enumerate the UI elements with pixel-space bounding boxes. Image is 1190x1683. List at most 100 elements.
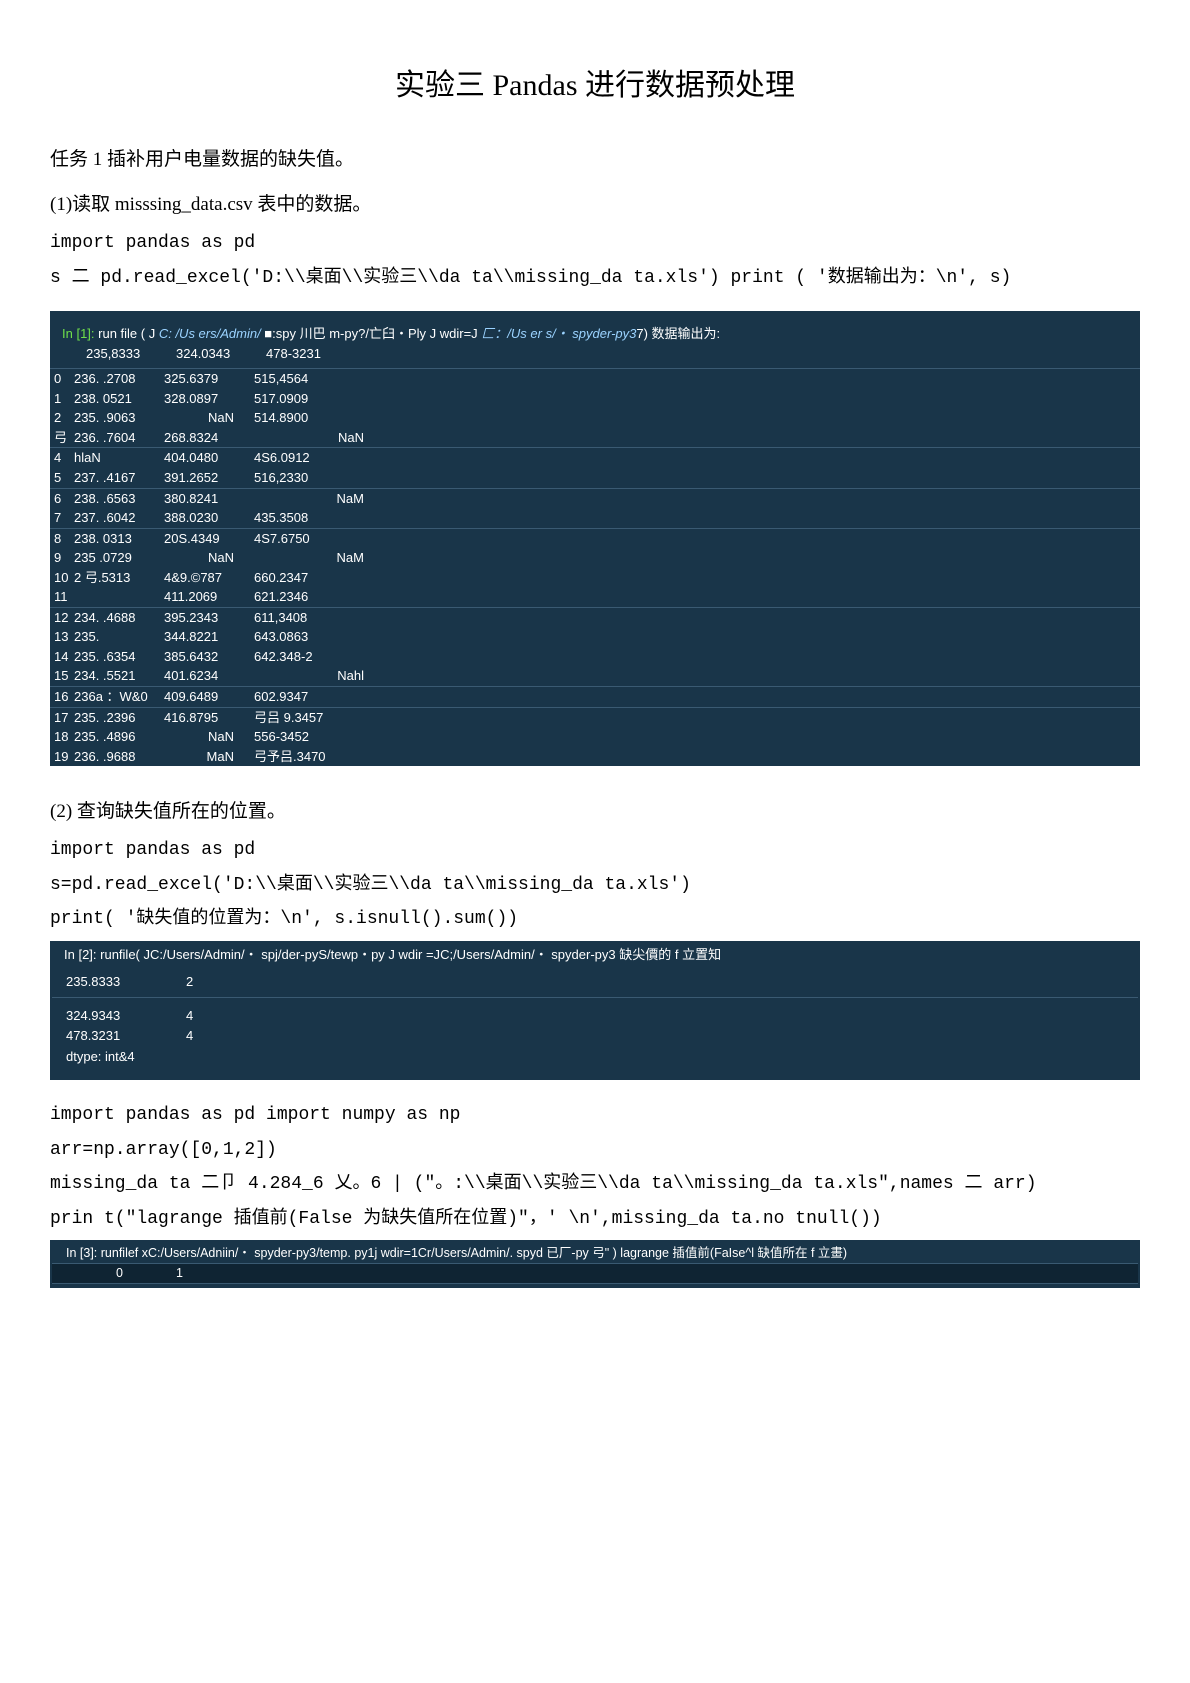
cell: 234. .5521	[74, 667, 164, 685]
row-index: 9	[50, 549, 74, 567]
row-index: 2	[50, 409, 74, 427]
table-row: 102 弓.53134&9.©787660.2347	[50, 568, 1140, 588]
cell: 235. .6354	[74, 648, 164, 666]
cell: 弓予吕.3470	[254, 748, 364, 766]
table-row: 478.3231 4	[52, 1026, 1138, 1047]
col-header: 324.0343	[176, 345, 266, 363]
cell: 236. .2708	[74, 370, 164, 388]
prompt-label: In [1]:	[62, 326, 95, 341]
cell: NaN	[164, 728, 254, 746]
cell: 235.8333	[66, 972, 186, 993]
table-row: 2235. .9063NaN514.8900	[50, 408, 1140, 428]
path: 匚：/Us er s/・ spyder-py3	[481, 326, 636, 341]
cell: 344.8221	[164, 628, 254, 646]
cell: 517.0909	[254, 390, 364, 408]
row-index: 4	[50, 449, 74, 467]
prompt-label: In [3]:	[66, 1246, 97, 1260]
code-line: arr=np.array([0,1,2])	[50, 1135, 1140, 1166]
row-index: 12	[50, 609, 74, 627]
path: C:/Users/Adniin/・ spyder-py3/temp. py	[148, 1246, 368, 1260]
cell: 325.6379	[164, 370, 254, 388]
row-index: 7	[50, 509, 74, 527]
cell: 478.3231	[66, 1026, 186, 1047]
row-index: 6	[50, 490, 74, 508]
cell: 234. .4688	[74, 609, 164, 627]
console-output-2: In [2]: runfile( JC:/Users/Admin/・ spj/d…	[50, 941, 1140, 1080]
cell: 238. 0313	[74, 530, 164, 548]
cell: 2 弓.5313	[74, 569, 164, 587]
cell: 328.0897	[164, 390, 254, 408]
table-row: 15234. .5521401.6234Nahl	[50, 666, 1140, 686]
console-run-line: In [2]: runfile( JC:/Users/Admin/・ spj/d…	[52, 945, 1138, 972]
cell: 238. 0521	[74, 390, 164, 408]
cell: 388.0230	[164, 509, 254, 527]
cell: 643.0863	[254, 628, 364, 646]
console-run-line: In [1]: run file ( J C: /Us ers/Admin/ ■…	[62, 325, 1128, 343]
cell: 235. .4896	[74, 728, 164, 746]
col-header: 235,8333	[86, 345, 176, 363]
cell: 411.2069	[164, 588, 254, 606]
cell: 236a ：W&0	[74, 688, 164, 706]
col-header: 478-3231	[266, 345, 376, 363]
path: C: /Us ers/Admin/	[159, 326, 261, 341]
cell: 237. .6042	[74, 509, 164, 527]
cell: 516,2330	[254, 469, 364, 487]
cell: 2	[186, 972, 246, 993]
cell: 238. .6563	[74, 490, 164, 508]
row-index: 14	[50, 648, 74, 666]
code-line: import pandas as pd import numpy as np	[50, 1100, 1140, 1131]
table-row: 16236a ：W&0409.6489602.9347	[50, 686, 1140, 707]
console-run-line: In [3]: runfilef xC:/Users/Adniin/・ spyd…	[52, 1244, 1138, 1263]
cell: 385.6432	[164, 648, 254, 666]
cell: 268.8324	[164, 429, 254, 447]
table-row: 14235. .6354385.6432642.348-2	[50, 647, 1140, 667]
table-row: 19236. .9688MaN弓予吕.3470	[50, 747, 1140, 767]
cell: NaM	[254, 549, 364, 567]
cell: 515,4564	[254, 370, 364, 388]
dtype-row: dtype: int&4	[52, 1047, 1138, 1068]
table-row: 324.9343 4	[52, 1006, 1138, 1027]
text: ■:spy 川巴 m-py?/亡臼・Ply J wdir=J	[261, 326, 482, 341]
cell: 4	[186, 1026, 246, 1047]
row-index: 弓	[50, 429, 74, 447]
text: lagrange 插值前(FaIse^l 缺值所在 f 立畫)	[617, 1246, 847, 1260]
row-index: 10	[50, 569, 74, 587]
cell: 642.348-2	[254, 648, 364, 666]
cell: 514.8900	[254, 409, 364, 427]
cell: 324.9343	[66, 1006, 186, 1027]
row-index: 11	[50, 588, 74, 606]
table-header: 235,8333 324.0343 478-3231	[62, 343, 1128, 367]
text: J wdir =J	[385, 947, 440, 962]
table-row: 12234. .4688395.2343611,3408	[50, 607, 1140, 628]
cell: 380.8241	[164, 490, 254, 508]
code-line: prin t("lagrange 插值前(False 为缺失值所在位置)"，' …	[50, 1204, 1140, 1235]
text: runfilef x	[97, 1246, 148, 1260]
code-line: missing_da ta 二卩 4.284_6 乂。6 | ("。:\\桌面\…	[50, 1169, 1140, 1200]
code-line: s 二 pd.read_excel('D:\\桌面\\实验三\\da ta\\m…	[50, 263, 1140, 294]
path: Cr/Users/Admin/. spyd 已厂-py 弓" )	[418, 1246, 617, 1260]
row-index: 17	[50, 709, 74, 727]
step-2: (2) 查询缺失值所在的位置。	[50, 796, 1140, 823]
code-line: s=pd.read_excel('D:\\桌面\\实验三\\da ta\\mis…	[50, 870, 1140, 901]
code-line: import pandas as pd	[50, 228, 1140, 259]
task-1-heading: 任务 1 插补用户电量数据的缺失值。	[50, 144, 1140, 171]
table-row: 9235 .0729NaNNaM	[50, 548, 1140, 568]
row-index: 19	[50, 748, 74, 766]
text: 1j wdir=1	[368, 1246, 418, 1260]
cell: 391.2652	[164, 469, 254, 487]
col-header: 1	[176, 1264, 236, 1283]
text: 缺尖價的 f 立置知	[616, 947, 721, 962]
cell: 237. .4167	[74, 469, 164, 487]
console-output-3: In [3]: runfilef xC:/Users/Adniin/・ spyd…	[50, 1240, 1140, 1288]
cell: 20S.4349	[164, 530, 254, 548]
row-index: 0	[50, 370, 74, 388]
cell: 602.9347	[254, 688, 364, 706]
cell: 556-3452	[254, 728, 364, 746]
cell	[74, 588, 164, 606]
cell: 416.8795	[164, 709, 254, 727]
step-1: (1)读取 misssing_data.csv 表中的数据。	[50, 189, 1140, 216]
code-line: print( '缺失值的位置为：\n', s.isnull().sum())	[50, 904, 1140, 935]
cell: 409.6489	[164, 688, 254, 706]
prompt-label: In [2]:	[64, 947, 97, 962]
cell: 435.3508	[254, 509, 364, 527]
